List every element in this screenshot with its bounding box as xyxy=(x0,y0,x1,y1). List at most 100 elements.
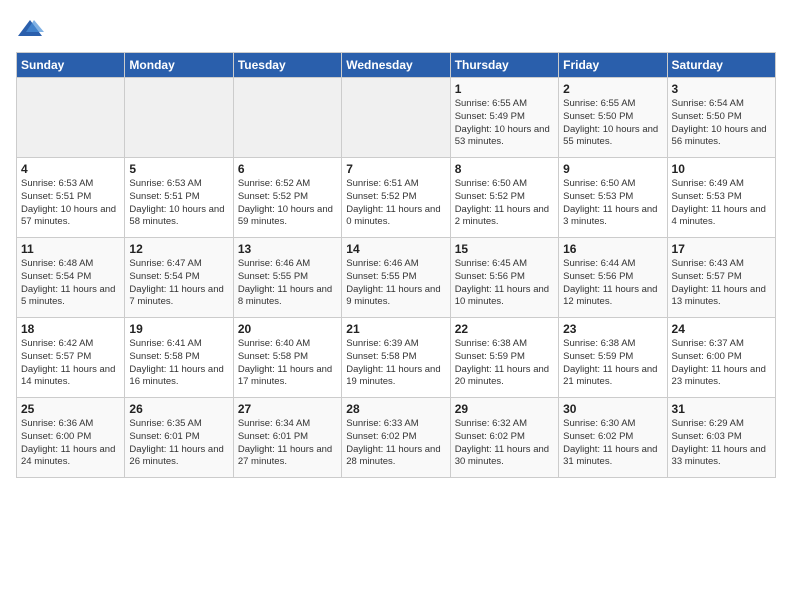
day-number: 17 xyxy=(672,242,771,256)
day-info: Sunrise: 6:53 AM Sunset: 5:51 PM Dayligh… xyxy=(21,178,120,229)
weekday-header-sunday: Sunday xyxy=(17,53,125,78)
day-number: 7 xyxy=(346,162,445,176)
calendar-cell: 26Sunrise: 6:35 AM Sunset: 6:01 PM Dayli… xyxy=(125,398,233,478)
calendar-cell: 29 Sunrise: 6:32 AM Sunset: 6:02 PM Dayli… xyxy=(450,398,558,478)
calendar-cell: 4 Sunrise: 6:53 AM Sunset: 5:51 PM Daylig… xyxy=(17,158,125,238)
day-info: Sunrise: 6:46 AM Sunset: 5:55 PM Dayligh… xyxy=(346,258,445,309)
weekday-header-saturday: Saturday xyxy=(667,53,775,78)
calendar-cell: 11 Sunrise: 6:48 AM Sunset: 5:54 PM Dayli… xyxy=(17,238,125,318)
calendar-cell: 20 Sunrise: 6:40 AM Sunset: 5:58 PM Dayli… xyxy=(233,318,341,398)
calendar-cell xyxy=(125,78,233,158)
calendar-week-2: 4 Sunrise: 6:53 AM Sunset: 5:51 PM Daylig… xyxy=(17,158,776,238)
calendar-cell: 13 Sunrise: 6:46 AM Sunset: 5:55 PM Dayli… xyxy=(233,238,341,318)
calendar-cell: 10 Sunrise: 6:49 AM Sunset: 5:53 PM Dayli… xyxy=(667,158,775,238)
calendar-header: SundayMondayTuesdayWednesdayThursdayFrid… xyxy=(17,53,776,78)
day-info: Sunrise: 6:30 AM Sunset: 6:02 PM Dayligh… xyxy=(563,418,662,469)
calendar-cell: 21Sunrise: 6:39 AM Sunset: 5:58 PM Dayli… xyxy=(342,318,450,398)
day-info: Sunrise: 6:38 AM Sunset: 5:59 PM Dayligh… xyxy=(563,338,662,389)
calendar-cell: 1 Sunrise: 6:55 AM Sunset: 5:49 PM Daylig… xyxy=(450,78,558,158)
day-number: 2 xyxy=(563,82,662,96)
calendar-cell: 16 Sunrise: 6:44 AM Sunset: 5:56 PM Dayli… xyxy=(559,238,667,318)
calendar-week-5: 25 Sunrise: 6:36 AM Sunset: 6:00 PM Dayli… xyxy=(17,398,776,478)
calendar-cell: 12Sunrise: 6:47 AM Sunset: 5:54 PM Dayli… xyxy=(125,238,233,318)
day-number: 18 xyxy=(21,322,120,336)
day-number: 20 xyxy=(238,322,337,336)
day-info: Sunrise: 6:55 AM Sunset: 5:50 PM Dayligh… xyxy=(563,98,662,149)
day-number: 10 xyxy=(672,162,771,176)
calendar-cell: 23 Sunrise: 6:38 AM Sunset: 5:59 PM Dayli… xyxy=(559,318,667,398)
day-info: Sunrise: 6:51 AM Sunset: 5:52 PM Dayligh… xyxy=(346,178,445,229)
day-info: Sunrise: 6:32 AM Sunset: 6:02 PM Dayligh… xyxy=(455,418,554,469)
day-number: 28 xyxy=(346,402,445,416)
weekday-header-wednesday: Wednesday xyxy=(342,53,450,78)
day-number: 29 xyxy=(455,402,554,416)
calendar-cell: 7 Sunrise: 6:51 AM Sunset: 5:52 PM Daylig… xyxy=(342,158,450,238)
day-number: 5 xyxy=(129,162,228,176)
day-info: Sunrise: 6:49 AM Sunset: 5:53 PM Dayligh… xyxy=(672,178,771,229)
day-info: Sunrise: 6:42 AM Sunset: 5:57 PM Dayligh… xyxy=(21,338,120,389)
calendar-cell: 5 Sunrise: 6:53 AM Sunset: 5:51 PM Daylig… xyxy=(125,158,233,238)
calendar-week-3: 11 Sunrise: 6:48 AM Sunset: 5:54 PM Dayli… xyxy=(17,238,776,318)
day-info: Sunrise: 6:36 AM Sunset: 6:00 PM Dayligh… xyxy=(21,418,120,469)
day-number: 25 xyxy=(21,402,120,416)
day-info: Sunrise: 6:34 AM Sunset: 6:01 PM Dayligh… xyxy=(238,418,337,469)
day-info: Sunrise: 6:46 AM Sunset: 5:55 PM Dayligh… xyxy=(238,258,337,309)
day-info: Sunrise: 6:40 AM Sunset: 5:58 PM Dayligh… xyxy=(238,338,337,389)
day-number: 21 xyxy=(346,322,445,336)
calendar-week-1: 1 Sunrise: 6:55 AM Sunset: 5:49 PM Daylig… xyxy=(17,78,776,158)
calendar-cell: 27Sunrise: 6:34 AM Sunset: 6:01 PM Dayli… xyxy=(233,398,341,478)
weekday-header-thursday: Thursday xyxy=(450,53,558,78)
weekday-header-tuesday: Tuesday xyxy=(233,53,341,78)
weekday-header-friday: Friday xyxy=(559,53,667,78)
calendar-body: 1 Sunrise: 6:55 AM Sunset: 5:49 PM Daylig… xyxy=(17,78,776,478)
day-info: Sunrise: 6:33 AM Sunset: 6:02 PM Dayligh… xyxy=(346,418,445,469)
day-info: Sunrise: 6:50 AM Sunset: 5:52 PM Dayligh… xyxy=(455,178,554,229)
day-number: 6 xyxy=(238,162,337,176)
logo xyxy=(16,16,48,44)
calendar-cell: 3Sunrise: 6:54 AM Sunset: 5:50 PM Daylig… xyxy=(667,78,775,158)
day-number: 16 xyxy=(563,242,662,256)
day-number: 22 xyxy=(455,322,554,336)
calendar-cell: 19Sunrise: 6:41 AM Sunset: 5:58 PM Dayli… xyxy=(125,318,233,398)
day-info: Sunrise: 6:44 AM Sunset: 5:56 PM Dayligh… xyxy=(563,258,662,309)
day-info: Sunrise: 6:38 AM Sunset: 5:59 PM Dayligh… xyxy=(455,338,554,389)
day-number: 15 xyxy=(455,242,554,256)
calendar-cell: 8 Sunrise: 6:50 AM Sunset: 5:52 PM Daylig… xyxy=(450,158,558,238)
calendar-cell: 31 Sunrise: 6:29 AM Sunset: 6:03 PM Dayli… xyxy=(667,398,775,478)
page-header xyxy=(16,16,776,44)
calendar-cell: 17 Sunrise: 6:43 AM Sunset: 5:57 PM Dayli… xyxy=(667,238,775,318)
calendar-cell: 2 Sunrise: 6:55 AM Sunset: 5:50 PM Daylig… xyxy=(559,78,667,158)
calendar-cell xyxy=(17,78,125,158)
calendar-cell: 18 Sunrise: 6:42 AM Sunset: 5:57 PM Dayli… xyxy=(17,318,125,398)
calendar-cell: 24Sunrise: 6:37 AM Sunset: 6:00 PM Dayli… xyxy=(667,318,775,398)
day-info: Sunrise: 6:43 AM Sunset: 5:57 PM Dayligh… xyxy=(672,258,771,309)
day-info: Sunrise: 6:29 AM Sunset: 6:03 PM Dayligh… xyxy=(672,418,771,469)
day-info: Sunrise: 6:41 AM Sunset: 5:58 PM Dayligh… xyxy=(129,338,228,389)
day-info: Sunrise: 6:35 AM Sunset: 6:01 PM Dayligh… xyxy=(129,418,228,469)
day-info: Sunrise: 6:48 AM Sunset: 5:54 PM Dayligh… xyxy=(21,258,120,309)
calendar-cell xyxy=(342,78,450,158)
day-number: 8 xyxy=(455,162,554,176)
day-info: Sunrise: 6:53 AM Sunset: 5:51 PM Dayligh… xyxy=(129,178,228,229)
calendar-cell: 15 Sunrise: 6:45 AM Sunset: 5:56 PM Dayli… xyxy=(450,238,558,318)
day-number: 31 xyxy=(672,402,771,416)
calendar-cell xyxy=(233,78,341,158)
calendar-table: SundayMondayTuesdayWednesdayThursdayFrid… xyxy=(16,52,776,478)
calendar-week-4: 18 Sunrise: 6:42 AM Sunset: 5:57 PM Dayli… xyxy=(17,318,776,398)
day-info: Sunrise: 6:52 AM Sunset: 5:52 PM Dayligh… xyxy=(238,178,337,229)
day-number: 13 xyxy=(238,242,337,256)
day-number: 23 xyxy=(563,322,662,336)
day-number: 4 xyxy=(21,162,120,176)
day-number: 30 xyxy=(563,402,662,416)
day-number: 1 xyxy=(455,82,554,96)
day-info: Sunrise: 6:45 AM Sunset: 5:56 PM Dayligh… xyxy=(455,258,554,309)
day-info: Sunrise: 6:37 AM Sunset: 6:00 PM Dayligh… xyxy=(672,338,771,389)
calendar-cell: 6 Sunrise: 6:52 AM Sunset: 5:52 PM Daylig… xyxy=(233,158,341,238)
day-number: 11 xyxy=(21,242,120,256)
day-info: Sunrise: 6:47 AM Sunset: 5:54 PM Dayligh… xyxy=(129,258,228,309)
day-info: Sunrise: 6:50 AM Sunset: 5:53 PM Dayligh… xyxy=(563,178,662,229)
weekday-header-row: SundayMondayTuesdayWednesdayThursdayFrid… xyxy=(17,53,776,78)
weekday-header-monday: Monday xyxy=(125,53,233,78)
calendar-cell: 28 Sunrise: 6:33 AM Sunset: 6:02 PM Dayli… xyxy=(342,398,450,478)
day-info: Sunrise: 6:55 AM Sunset: 5:49 PM Dayligh… xyxy=(455,98,554,149)
